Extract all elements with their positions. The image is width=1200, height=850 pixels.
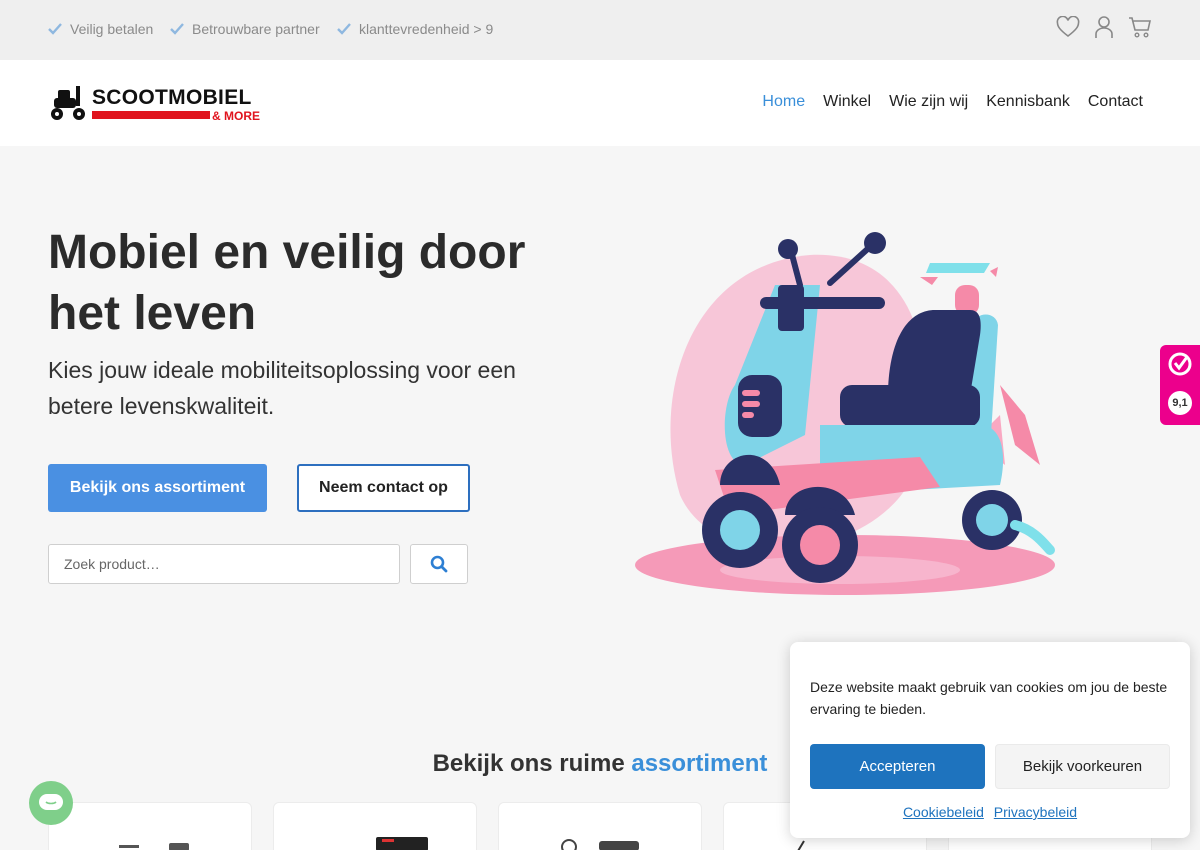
view-preferences-button[interactable]: Bekijk voorkeuren <box>995 744 1170 789</box>
nav-item-kennisbank[interactable]: Kennisbank <box>986 93 1070 111</box>
usp-item: klanttevredenheid > 9 <box>337 21 493 37</box>
rating-value: 9,1 <box>1168 391 1192 415</box>
cookie-links: Cookiebeleid Privacybeleid <box>790 804 1190 820</box>
cart-icon[interactable] <box>1128 14 1152 40</box>
assortment-heading-text: Bekijk ons ruime <box>432 750 632 777</box>
contact-button[interactable]: Neem contact op <box>297 464 470 512</box>
cookie-policy-link[interactable]: Cookiebeleid <box>903 804 984 820</box>
nav-item-contact[interactable]: Contact <box>1088 93 1143 111</box>
top-icons <box>1056 14 1152 40</box>
hero-title: Mobiel en veilig door het leven <box>48 226 526 340</box>
search-input[interactable] <box>48 544 400 584</box>
hero-subtitle: Kies jouw ideale mobiliteitsoplossing vo… <box>48 357 516 419</box>
chat-button[interactable] <box>29 781 73 825</box>
logo[interactable]: SCOOTMOBIEL & MORE <box>48 80 268 126</box>
kiyoh-icon <box>1168 352 1192 376</box>
product-image <box>119 843 189 850</box>
view-assortment-button[interactable]: Bekijk ons assortiment <box>48 464 267 512</box>
logo-title: SCOOTMOBIEL <box>92 86 252 109</box>
assortment-heading-accent: assortiment <box>631 750 768 777</box>
logo-bar <box>92 111 210 119</box>
search-button[interactable] <box>410 544 468 584</box>
heart-icon[interactable] <box>1056 14 1080 40</box>
privacy-policy-link[interactable]: Privacybeleid <box>994 804 1077 820</box>
product-image <box>561 839 639 850</box>
top-bar: Veilig betalen Betrouwbare partner klant… <box>0 0 1200 60</box>
usp-label: Veilig betalen <box>70 21 154 37</box>
accept-cookies-button[interactable]: Accepteren <box>810 744 985 789</box>
cookie-banner: Deze website maakt gebruik van cookies o… <box>790 642 1190 838</box>
search-icon <box>430 555 448 573</box>
check-icon <box>170 23 184 35</box>
mobility-scooter-illustration <box>635 232 1055 595</box>
scooter-logo-icon <box>51 86 85 120</box>
site-header: SCOOTMOBIEL & MORE Home Winkel Wie zijn … <box>0 60 1200 146</box>
nav-item-wie-zijn-wij[interactable]: Wie zijn wij <box>889 93 968 111</box>
usp-label: Betrouwbare partner <box>192 21 320 37</box>
logo-subtitle: & MORE <box>212 109 260 123</box>
usp-item: Veilig betalen <box>48 21 153 37</box>
product-card[interactable] <box>498 802 702 850</box>
product-image <box>376 837 428 850</box>
cookie-text: Deze website maakt gebruik van cookies o… <box>810 679 1168 717</box>
check-icon <box>337 23 351 35</box>
chat-icon <box>39 794 63 810</box>
product-card[interactable] <box>273 802 477 850</box>
nav-item-winkel[interactable]: Winkel <box>823 93 871 111</box>
nav-item-home[interactable]: Home <box>762 93 805 111</box>
usp-item: Betrouwbare partner <box>170 21 320 37</box>
check-icon <box>48 23 62 35</box>
user-icon[interactable] <box>1092 14 1116 40</box>
product-card[interactable] <box>48 802 252 850</box>
main-nav: Home Winkel Wie zijn wij Kennisbank Cont… <box>762 93 1143 111</box>
rating-badge[interactable]: 9,1 <box>1160 345 1200 425</box>
usp-label: klanttevredenheid > 9 <box>359 21 494 37</box>
